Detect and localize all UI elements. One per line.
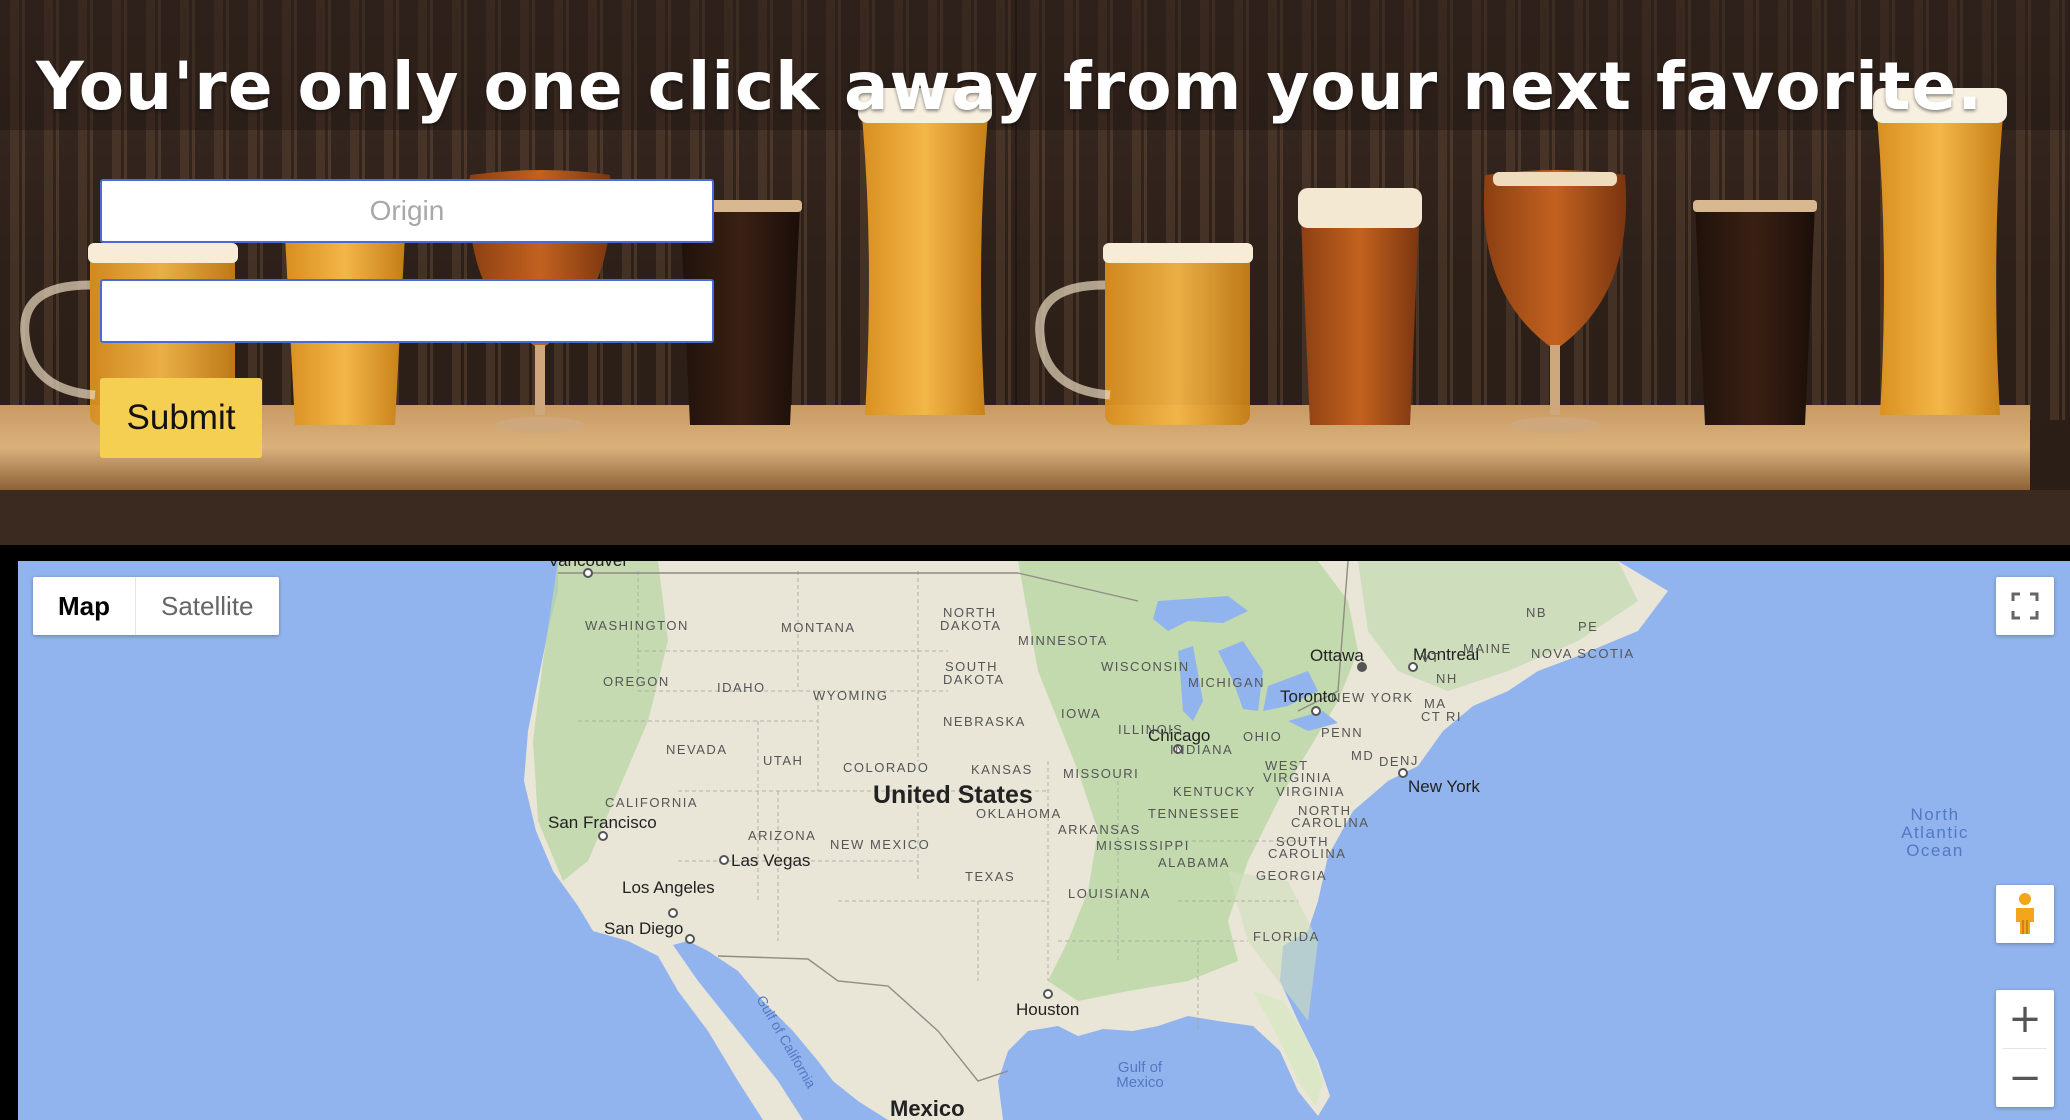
hero-banner: You're only one click away from your nex… [0, 0, 2070, 545]
svg-text:GEORGIA: GEORGIA [1256, 868, 1327, 883]
city-label-san-francisco: San Francisco [548, 813, 657, 832]
city-label-vancouver: Vancouver [548, 561, 628, 570]
svg-text:MD: MD [1351, 748, 1374, 763]
svg-text:NEW MEXICO: NEW MEXICO [830, 837, 930, 852]
svg-text:NH: NH [1436, 671, 1458, 686]
svg-text:INDIANA: INDIANA [1170, 742, 1233, 757]
svg-text:NEBRASKA: NEBRASKA [943, 714, 1026, 729]
origin-input[interactable] [100, 179, 714, 243]
svg-text:MICHIGAN: MICHIGAN [1188, 675, 1265, 690]
svg-text:NB: NB [1526, 605, 1547, 620]
svg-text:ARIZONA: ARIZONA [748, 828, 816, 843]
svg-text:TENNESSEE: TENNESSEE [1148, 806, 1240, 821]
svg-text:ILLINOIS: ILLINOIS [1118, 722, 1183, 737]
country-label-mexico: Mexico [890, 1096, 965, 1120]
map-view-button[interactable]: Map [33, 577, 136, 635]
svg-text:North: North [1910, 805, 1959, 824]
svg-text:MISSISSIPPI: MISSISSIPPI [1096, 838, 1190, 853]
pegman-icon [2016, 893, 2034, 934]
svg-text:MINNESOTA: MINNESOTA [1018, 633, 1108, 648]
svg-text:NEVADA: NEVADA [666, 742, 728, 757]
map-canvas[interactable]: Vancouver Ottawa Montreal Toronto Chicag… [18, 561, 2070, 1120]
svg-text:ARKANSAS: ARKANSAS [1058, 822, 1141, 837]
svg-text:DAKOTA: DAKOTA [943, 672, 1005, 687]
svg-text:VT: VT [1421, 650, 1441, 665]
svg-text:IOWA: IOWA [1061, 706, 1101, 721]
fullscreen-icon [2011, 592, 2039, 620]
svg-text:KANSAS: KANSAS [971, 762, 1033, 777]
country-label-united-states: United States [873, 781, 1033, 809]
svg-text:FLORIDA: FLORIDA [1253, 929, 1320, 944]
svg-text:MAINE: MAINE [1463, 641, 1512, 656]
svg-text:VIRGINIA: VIRGINIA [1263, 770, 1332, 785]
svg-text:WISCONSIN: WISCONSIN [1101, 659, 1190, 674]
svg-text:VIRGINIA: VIRGINIA [1276, 784, 1345, 799]
svg-text:Atlantic: Atlantic [1901, 823, 1969, 842]
svg-text:OHIO: OHIO [1243, 729, 1282, 744]
svg-text:COLORADO: COLORADO [843, 760, 929, 775]
svg-text:Ocean: Ocean [1906, 841, 1964, 860]
svg-text:TEXAS: TEXAS [965, 869, 1015, 884]
street-view-button[interactable] [1996, 885, 2054, 943]
submit-button[interactable]: Submit [100, 378, 262, 458]
svg-text:LOUISIANA: LOUISIANA [1068, 886, 1151, 901]
svg-text:CALIFORNIA: CALIFORNIA [605, 795, 698, 810]
satellite-view-button[interactable]: Satellite [136, 577, 279, 635]
city-label-las-vegas: Las Vegas [731, 851, 810, 870]
svg-text:DAKOTA: DAKOTA [940, 618, 1002, 633]
zoom-in-button[interactable]: + [1996, 990, 2054, 1048]
map-type-control: Map Satellite [33, 577, 279, 635]
svg-text:MISSOURI: MISSOURI [1063, 766, 1139, 781]
svg-text:WYOMING: WYOMING [813, 688, 889, 703]
svg-text:OREGON: OREGON [603, 674, 670, 689]
svg-text:KENTUCKY: KENTUCKY [1173, 784, 1256, 799]
city-label-houston: Houston [1016, 1000, 1079, 1019]
svg-text:IDAHO: IDAHO [717, 680, 766, 695]
page-title: You're only one click away from your nex… [36, 48, 1984, 125]
svg-text:CAROLINA: CAROLINA [1268, 846, 1346, 861]
svg-text:OKLAHOMA: OKLAHOMA [976, 806, 1062, 821]
svg-text:NJ: NJ [1400, 753, 1419, 768]
svg-text:MONTANA: MONTANA [781, 620, 856, 635]
svg-text:DE: DE [1379, 754, 1400, 769]
city-label-toronto: Toronto [1280, 687, 1337, 706]
svg-text:RI: RI [1446, 709, 1462, 724]
city-label-ottawa: Ottawa [1310, 646, 1364, 665]
city-label-new-york: New York [1408, 777, 1480, 796]
svg-text:UTAH: UTAH [763, 753, 803, 768]
svg-text:CAROLINA: CAROLINA [1291, 815, 1369, 830]
fullscreen-button[interactable] [1996, 577, 2054, 635]
svg-text:NOVA SCOTIA: NOVA SCOTIA [1531, 646, 1635, 661]
svg-text:CT: CT [1421, 709, 1441, 724]
zoom-out-button[interactable]: − [1996, 1049, 2054, 1107]
city-label-los-angeles: Los Angeles [622, 878, 715, 897]
svg-text:PENN: PENN [1321, 725, 1363, 740]
svg-text:PE: PE [1578, 619, 1598, 634]
city-label-san-diego: San Diego [604, 919, 683, 938]
destination-input[interactable] [100, 279, 714, 343]
google-map[interactable]: Vancouver Ottawa Montreal Toronto Chicag… [18, 561, 2070, 1120]
svg-text:ALABAMA: ALABAMA [1158, 855, 1230, 870]
svg-text:NEW YORK: NEW YORK [1331, 690, 1414, 705]
svg-text:Mexico: Mexico [1116, 1074, 1164, 1091]
svg-text:WASHINGTON: WASHINGTON [585, 618, 689, 633]
zoom-control: + − [1996, 990, 2054, 1107]
